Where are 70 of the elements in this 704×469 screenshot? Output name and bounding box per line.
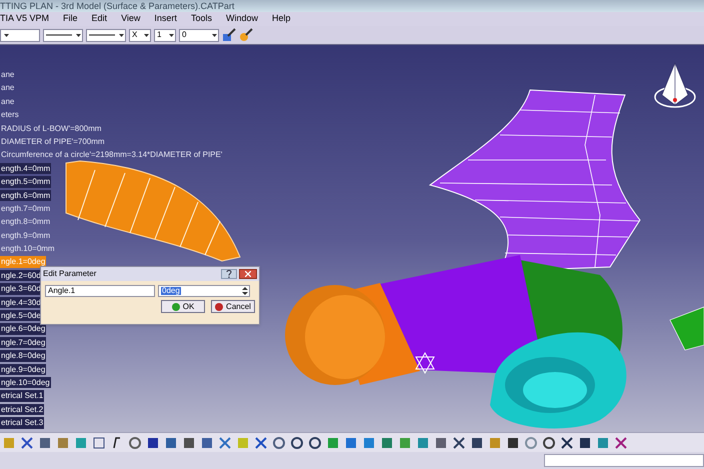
cancel-circle-icon — [215, 302, 224, 310]
spin-arrows-icon[interactable] — [241, 286, 249, 296]
axis-star-icon — [415, 352, 435, 374]
parameter-value-field[interactable]: 0deg — [158, 285, 250, 297]
line-sample-icon — [46, 34, 72, 36]
tree-item[interactable]: ength.4=0mm — [0, 162, 52, 174]
menu-item[interactable]: TIA V5 VPM — [0, 12, 50, 26]
tree-item[interactable]: ength.7=0mm — [0, 202, 52, 214]
tree-item[interactable]: etrical Set.2 — [0, 404, 44, 416]
menu-item[interactable]: File — [63, 12, 78, 26]
tree-item[interactable]: ngle.6=0deg — [0, 323, 46, 335]
tree-item[interactable]: DIAMETER of PIPE'=700mm — [0, 136, 106, 148]
tree-item[interactable]: ngle.7=0deg — [0, 336, 46, 348]
ok-button[interactable]: OK — [161, 300, 205, 313]
toolbar-dropdown[interactable]: X — [129, 28, 151, 42]
tree-item[interactable]: ngle.4=30d — [0, 296, 42, 308]
tree-item[interactable]: ane — [0, 69, 16, 80]
question-icon — [226, 270, 232, 278]
tree-item[interactable]: etrical Set.1 — [0, 390, 44, 402]
cancel-button[interactable]: Cancel — [211, 300, 255, 313]
help-button[interactable] — [221, 269, 237, 279]
dropdown-arrow-icon — [75, 32, 82, 38]
dropdown-value: 0 — [182, 31, 186, 39]
tree-item[interactable]: ngle.2=60d — [0, 270, 42, 282]
close-icon — [245, 271, 251, 277]
tree-item[interactable]: etrical Set.3 — [0, 417, 44, 429]
selected-value-text: 0deg — [161, 287, 181, 295]
tree-item[interactable]: ngle.10=0deg — [0, 376, 51, 388]
dropdown-arrow-icon — [211, 32, 218, 38]
tree-item[interactable]: ength.9=0mm — [0, 230, 52, 242]
line-style-dropdown[interactable] — [86, 28, 126, 42]
tree-item[interactable]: RADIUS of L-BOW'=800mm — [0, 122, 102, 134]
surface-patch-drawing — [670, 306, 704, 350]
dropdown-value: 1 — [157, 31, 162, 39]
toolbar-dropdown[interactable]: 0 — [179, 28, 219, 42]
dropdown-arrow-icon — [118, 32, 125, 38]
tree-item[interactable]: ngle.3=60d — [0, 283, 42, 295]
tree-item[interactable]: ane — [0, 96, 16, 108]
line-style-dropdown[interactable] — [43, 28, 83, 42]
tree-item[interactable]: eters — [0, 109, 20, 121]
tree-item[interactable]: ength.10=0mm — [0, 243, 56, 254]
dropdown-value: X — [132, 31, 138, 39]
dropdown-arrow-icon — [3, 32, 10, 38]
dropdown-arrow-icon — [168, 32, 175, 38]
compass-icon — [654, 62, 696, 108]
line-sample-icon — [89, 34, 115, 36]
menu-item[interactable]: Insert — [154, 12, 177, 26]
toolbar-dropdown[interactable]: 1 — [154, 28, 176, 42]
menu-item[interactable]: Tools — [190, 12, 212, 26]
tree-item[interactable]: ngle.5=0de — [0, 310, 42, 322]
tree-item[interactable]: ngle.9=0deg — [0, 364, 46, 375]
dialog-title: Edit Parameter — [43, 268, 96, 280]
window-title: TTING PLAN - 3rd Model (Surface & Parameters).CATPart — [0, 2, 234, 10]
tree-item[interactable]: ength.8=0mm — [0, 216, 52, 228]
close-button[interactable] — [239, 269, 257, 279]
check-circle-icon — [172, 302, 180, 310]
paintbrush-icon[interactable] — [222, 28, 236, 42]
tree-item[interactable]: ength.6=0mm — [0, 190, 52, 201]
menu-item[interactable]: Window — [226, 12, 258, 26]
dropdown-arrow-icon — [143, 32, 150, 38]
tree-item[interactable]: ane — [0, 82, 16, 94]
painter-icon[interactable] — [239, 28, 253, 42]
command-input-field[interactable] — [544, 454, 704, 467]
tree-item[interactable]: Circumference of a circle'=2198mm=3.14*DIAMETER of PIPE' — [0, 149, 224, 161]
menu-item[interactable]: Edit — [92, 12, 108, 26]
menu-item[interactable]: View — [121, 12, 140, 26]
parameter-name-field[interactable]: Angle.1 — [45, 285, 155, 297]
menu-item[interactable]: Help — [272, 12, 290, 26]
tree-item[interactable]: ngle.8=0deg — [0, 350, 46, 362]
tree-item[interactable]: ength.5=0mm — [0, 176, 52, 188]
